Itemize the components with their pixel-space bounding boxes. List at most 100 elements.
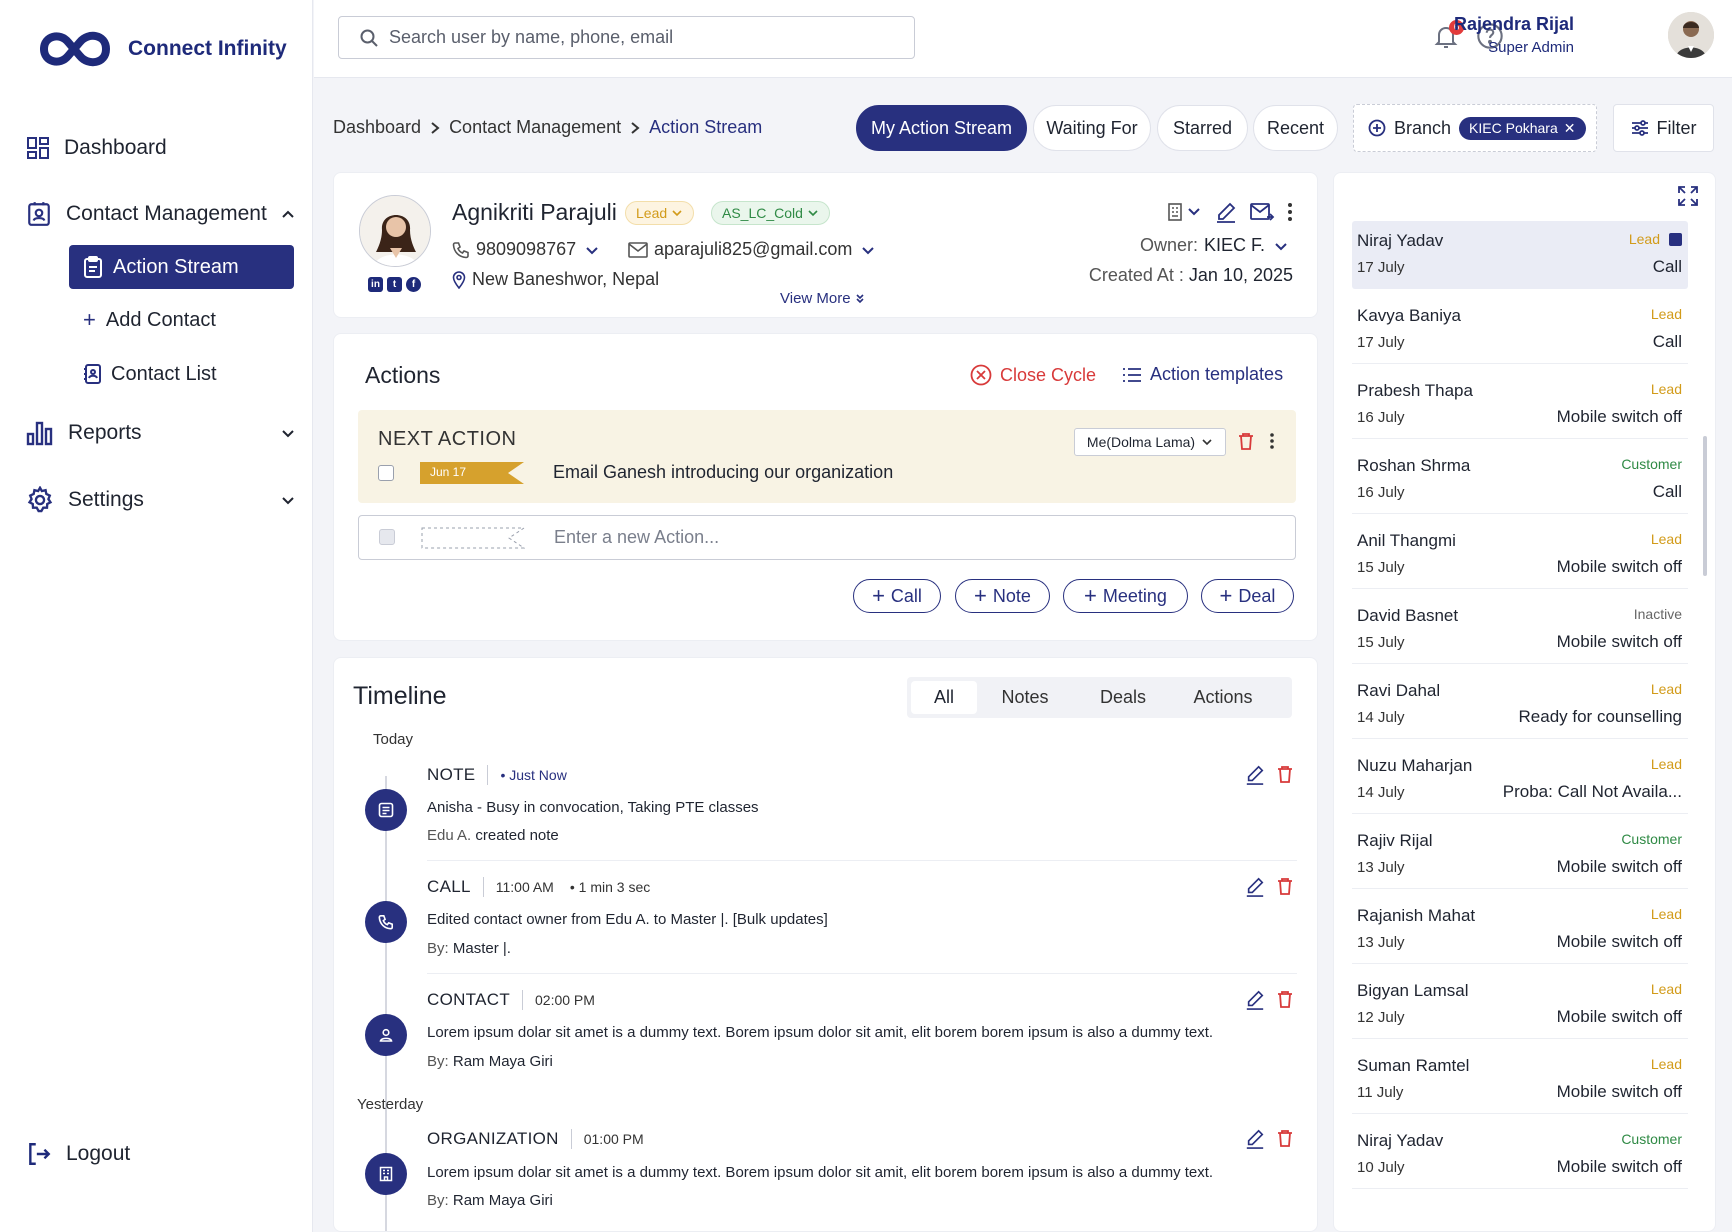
search-box[interactable]: [338, 16, 915, 59]
nav-dashboard[interactable]: Dashboard: [26, 136, 296, 160]
chevron-down-icon[interactable]: [582, 240, 602, 260]
lead-tag-label: Lead: [636, 205, 668, 221]
status-badge: Lead: [1650, 381, 1682, 397]
list-item[interactable]: Prabesh Thapa 16 July Lead Mobile switch of…: [1352, 371, 1688, 439]
building-dropdown-icon[interactable]: [1167, 202, 1203, 222]
add-note-button[interactable]: + Note: [955, 579, 1050, 613]
trash-icon[interactable]: [1277, 1129, 1293, 1147]
contact-actions: [1167, 201, 1293, 223]
list-item[interactable]: Roshan Shrma 16 July Customer Call: [1352, 446, 1688, 514]
add-deal-button[interactable]: + Deal: [1201, 579, 1294, 613]
contact-phone[interactable]: 9809098767: [452, 239, 602, 260]
edit-icon[interactable]: [1245, 877, 1265, 897]
new-action-input[interactable]: [554, 527, 1154, 548]
edit-icon[interactable]: [1245, 765, 1265, 785]
send-mail-icon[interactable]: [1249, 201, 1275, 223]
contact-avatar: [359, 195, 431, 267]
entry-text: Lorem ipsum dolar sit amet is a dummy te…: [427, 1164, 1214, 1181]
logout-icon: [29, 1143, 51, 1165]
entry-text: Lorem ipsum dolar sit amet is a dummy te…: [427, 1024, 1214, 1041]
next-action-checkbox[interactable]: [378, 465, 394, 481]
list-item[interactable]: Nuzu Maharjan 14 July Lead Proba: Call Not …: [1352, 746, 1688, 814]
sidebar-item-add-contact[interactable]: + Add Contact: [69, 298, 294, 342]
scrollbar[interactable]: [1703, 436, 1707, 576]
list-item[interactable]: Rajiv Rijal 13 July Customer Mobile switch …: [1352, 821, 1688, 889]
segment-tag[interactable]: AS_LC_Cold: [711, 201, 830, 225]
app-logo[interactable]: Connect Infinity: [36, 26, 287, 72]
timeline-tab-actions[interactable]: Actions: [1173, 681, 1273, 714]
view-more-link[interactable]: View More: [780, 290, 865, 307]
list-item[interactable]: David Basnet 15 July Inactive Mobile switch…: [1352, 596, 1688, 664]
list-item[interactable]: Anil Thangmi 15 July Lead Mobile switch off: [1352, 521, 1688, 589]
lead-tag[interactable]: Lead: [625, 201, 695, 225]
facebook-icon[interactable]: f: [406, 277, 421, 292]
close-cycle-button[interactable]: Close Cycle: [970, 364, 1096, 386]
edit-icon[interactable]: [1215, 201, 1237, 223]
trash-icon[interactable]: [1277, 990, 1293, 1008]
breadcrumb-contact-management[interactable]: Contact Management: [449, 117, 621, 138]
timeline-tab-notes[interactable]: Notes: [977, 681, 1073, 714]
list-item[interactable]: Bigyan Lamsal 12 July Lead Mobile switch of…: [1352, 971, 1688, 1039]
filter-button[interactable]: Filter: [1613, 104, 1714, 152]
sidebar-item-label: Contact List: [111, 362, 217, 385]
action-templates-button[interactable]: Action templates: [1122, 364, 1283, 385]
trash-icon[interactable]: [1238, 432, 1254, 450]
list-item[interactable]: Ravi Dahal 14 July Lead Ready for counselli…: [1352, 671, 1688, 739]
contact-email[interactable]: aparajuli825@gmail.com: [628, 239, 878, 260]
timeline-tab-all[interactable]: All: [911, 681, 977, 714]
user-name[interactable]: Rajendra Rijal: [1374, 14, 1574, 35]
tab-recent[interactable]: Recent: [1253, 105, 1338, 151]
trash-icon[interactable]: [1277, 765, 1293, 783]
edit-icon[interactable]: [1245, 1129, 1265, 1149]
list-item[interactable]: Rajanish Mahat 13 July Lead Mobile switch o…: [1352, 896, 1688, 964]
contact-avatar-icon: [360, 196, 430, 266]
plus-icon: +: [974, 583, 987, 608]
trash-icon[interactable]: [1277, 877, 1293, 895]
expand-icon[interactable]: [1677, 185, 1699, 207]
address-book-icon: [84, 364, 101, 384]
logout-button[interactable]: Logout: [26, 1141, 296, 1167]
add-meeting-button[interactable]: + Meeting: [1063, 579, 1188, 613]
nav-settings[interactable]: Settings: [26, 486, 296, 514]
chevron-down-icon[interactable]: [280, 492, 296, 508]
sidebar-item-action-stream[interactable]: Action Stream: [69, 245, 294, 289]
sliders-icon: [1631, 120, 1648, 136]
sidebar-item-contact-list[interactable]: Contact List: [69, 352, 294, 396]
chevron-down-icon[interactable]: [858, 240, 878, 260]
more-vertical-icon[interactable]: [1269, 432, 1275, 450]
top-bar: 6 Rajendra Rijal Super Admin: [314, 0, 1732, 78]
timeline-tab-deals[interactable]: Deals: [1073, 681, 1173, 714]
new-action-checkbox[interactable]: [379, 529, 395, 545]
linkedin-icon[interactable]: in: [368, 277, 383, 292]
twitter-icon[interactable]: t: [387, 277, 402, 292]
list-item[interactable]: Niraj Yadav 17 July Lead Call: [1352, 221, 1688, 289]
close-icon[interactable]: ✕: [1564, 120, 1576, 137]
branch-chip[interactable]: KIEC Pokhara ✕: [1459, 116, 1586, 140]
selected-marker-icon: [1669, 233, 1682, 246]
edit-icon[interactable]: [1245, 990, 1265, 1010]
next-action-text[interactable]: Email Ganesh introducing our organizatio…: [553, 462, 893, 483]
chevron-up-icon[interactable]: [280, 206, 296, 222]
more-vertical-icon[interactable]: [1287, 202, 1293, 222]
breadcrumb-action-stream[interactable]: Action Stream: [649, 117, 762, 138]
list-item[interactable]: Suman Ramtel 11 July Lead Mobile switch off: [1352, 1046, 1688, 1114]
assignee-select[interactable]: Me(Dolma Lama): [1074, 428, 1226, 456]
list-item-date: 14 July: [1357, 784, 1405, 801]
add-call-button[interactable]: + Call: [853, 579, 941, 613]
search-input[interactable]: [389, 27, 889, 48]
date-flag-placeholder-icon[interactable]: [421, 527, 525, 549]
nav-contact-management[interactable]: Contact Management: [26, 201, 296, 227]
list-item-action: Call: [1652, 332, 1682, 351]
chevron-down-icon[interactable]: [280, 425, 296, 441]
tab-starred[interactable]: Starred: [1157, 105, 1248, 151]
tab-waiting-for[interactable]: Waiting For: [1033, 105, 1151, 151]
contact-owner[interactable]: Owner: KIEC F.: [1140, 235, 1291, 256]
list-item-date: 15 July: [1357, 634, 1405, 651]
breadcrumb-dashboard[interactable]: Dashboard: [333, 117, 421, 138]
tab-my-action-stream[interactable]: My Action Stream: [856, 105, 1027, 151]
branch-selector[interactable]: Branch KIEC Pokhara ✕: [1353, 104, 1597, 152]
list-item[interactable]: Niraj Yadav 10 July Customer Mobile switch …: [1352, 1121, 1688, 1189]
list-item[interactable]: Kavya Baniya 17 July Lead Call: [1352, 296, 1688, 364]
nav-reports[interactable]: Reports: [26, 420, 296, 446]
user-avatar[interactable]: [1668, 12, 1714, 58]
